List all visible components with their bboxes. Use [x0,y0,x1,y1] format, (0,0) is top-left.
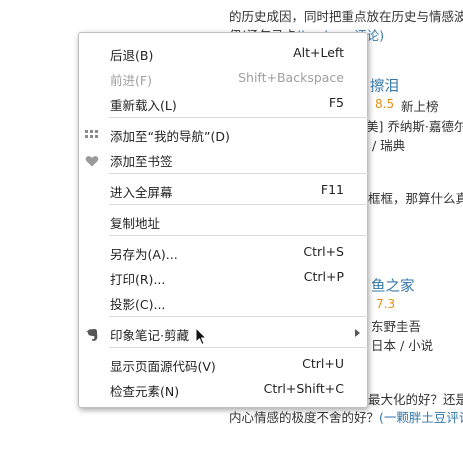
menu-item-reload[interactable]: 重新载入(L) F5 [79,91,367,115]
menu-item-label: 复制地址 [110,216,161,231]
review-snippet: 框框，那算什么真爱 [368,191,463,206]
menu-item-label: 印象笔记·剪藏 [110,328,189,343]
menu-item-shortcut: F5 [328,95,344,110]
menu-separator [109,235,368,236]
book-title-link[interactable]: 鱼之家 [371,275,415,296]
menu-item-shortcut: F11 [320,182,344,197]
review-text-line: 的历史成因，同时把重点放在历史与情感波涛 [229,9,463,24]
book-rating: 8.5 [375,97,395,111]
rank-badge: 新上榜 [401,99,439,114]
review-text-line: 内心情感的极度不舍的好？(一颗胖土豆评论) [229,407,463,426]
book-rating: 7.3 [376,297,396,311]
menu-item-label: 投影(C)... [110,297,166,312]
book-origin: / 瑞典 [372,138,406,153]
submenu-arrow-icon [355,329,360,337]
menu-item-copy-address[interactable]: 复制地址 [79,209,367,233]
menu-item-label: 打印(R)... [110,272,166,287]
menu-item-label: 检查元素(N) [110,384,180,399]
book-author: 美] 乔纳斯·嘉德尔 [366,119,463,134]
menu-item-label: 显示页面源代码(V) [110,359,216,374]
grid-icon [85,128,99,142]
menu-item-back[interactable]: 后退(B) Alt+Left [79,41,367,65]
menu-item-shortcut: Ctrl+P [303,269,344,284]
menu-item-label: 重新载入(L) [110,98,177,113]
heart-icon [85,153,99,167]
menu-item-shortcut: Ctrl+U [302,356,344,371]
menu-item-add-bookmark[interactable]: 添加至书签 [79,147,367,171]
menu-item-view-source[interactable]: 显示页面源代码(V) Ctrl+U [79,352,367,376]
menu-item-inspect-element[interactable]: 检查元素(N) Ctrl+Shift+C [79,377,367,401]
review-author-link[interactable]: (一颗胖土豆评论) [379,410,463,425]
menu-separator [109,117,368,118]
menu-item-shortcut: Ctrl+Shift+C [263,381,344,396]
menu-item-label: 后退(B) [110,48,154,63]
menu-item-label: 另存为(A)... [110,247,178,262]
context-menu: 后退(B) Alt+Left 前进(F) Shift+Backspace 重新载… [78,32,368,408]
book-author: 东野圭吾 [371,319,422,334]
menu-item-shortcut: Ctrl+S [303,244,344,259]
menu-separator [109,347,368,348]
menu-separator [109,173,368,174]
menu-item-label: 前进(F) [110,73,152,88]
menu-item-label: 添加至书签 [110,154,173,169]
menu-item-shortcut: Alt+Left [293,45,344,60]
menu-item-label: 添加至“我的导航”(D) [110,129,230,144]
evernote-icon [85,327,99,341]
book-origin: 日本 / 小说 [371,338,434,353]
mouse-cursor-icon [195,326,208,350]
menu-item-fullscreen[interactable]: 进入全屏幕 F11 [79,178,367,202]
menu-item-cast[interactable]: 投影(C)... [79,290,367,314]
menu-item-shortcut: Shift+Backspace [238,70,344,85]
menu-item-save-as[interactable]: 另存为(A)... Ctrl+S [79,240,367,264]
menu-item-add-to-nav[interactable]: 添加至“我的导航”(D) [79,122,367,146]
review-text-line: 最大化的好？还是 [368,392,463,407]
menu-item-forward[interactable]: 前进(F) Shift+Backspace [79,66,367,90]
book-title-link[interactable]: 擦泪 [370,75,399,96]
menu-separator [109,316,368,317]
menu-item-print[interactable]: 打印(R)... Ctrl+P [79,265,367,289]
menu-separator [109,204,368,205]
menu-item-evernote-clipper[interactable]: 印象笔记·剪藏 [79,321,367,345]
menu-item-label: 进入全屏幕 [110,185,173,200]
